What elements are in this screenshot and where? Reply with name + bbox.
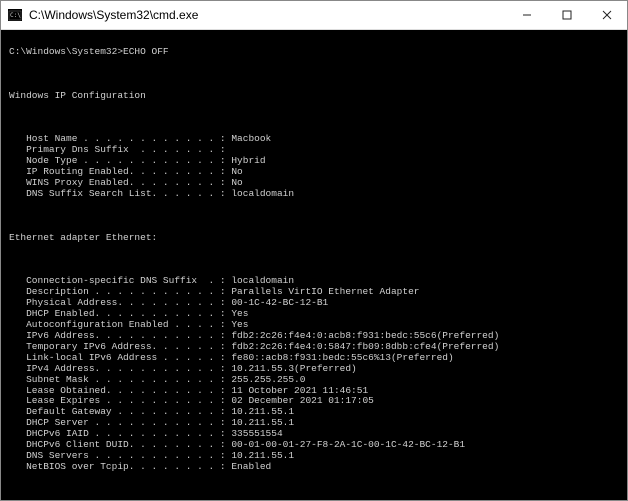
ipconfig-block: Host Name . . . . . . . . . . . . : Macb… xyxy=(9,134,619,200)
blank xyxy=(9,254,619,265)
titlebar: C:\ C:\Windows\System32\cmd.exe xyxy=(1,1,627,30)
maximize-button[interactable] xyxy=(547,1,587,29)
cmd-window: C:\ C:\Windows\System32\cmd.exe C:\Windo… xyxy=(0,0,628,501)
config-line: DNS Suffix Search List. . . . . . : loca… xyxy=(9,189,619,200)
minimize-button[interactable] xyxy=(507,1,547,29)
cmd-icon: C:\ xyxy=(7,7,23,23)
config-line: IPv4 Address. . . . . . . . . . . : 10.2… xyxy=(9,364,619,375)
window-controls xyxy=(507,1,627,29)
prompt-line: C:\Windows\System32>ECHO OFF xyxy=(9,47,619,58)
blank xyxy=(9,69,619,80)
blank xyxy=(9,112,619,123)
config-line: NetBIOS over Tcpip. . . . . . . . : Enab… xyxy=(9,462,619,473)
adapter-header: Ethernet adapter Ethernet: xyxy=(9,233,619,244)
console-output[interactable]: C:\Windows\System32>ECHO OFF Windows IP … xyxy=(1,30,627,500)
close-button[interactable] xyxy=(587,1,627,29)
window-title: C:\Windows\System32\cmd.exe xyxy=(29,8,507,22)
blank xyxy=(9,211,619,222)
adapter-block: Connection-specific DNS Suffix . : local… xyxy=(9,276,619,473)
ipconfig-header: Windows IP Configuration xyxy=(9,91,619,102)
blank xyxy=(9,484,619,495)
svg-text:C:\: C:\ xyxy=(10,12,21,19)
config-line: Subnet Mask . . . . . . . . . . . : 255.… xyxy=(9,375,619,386)
